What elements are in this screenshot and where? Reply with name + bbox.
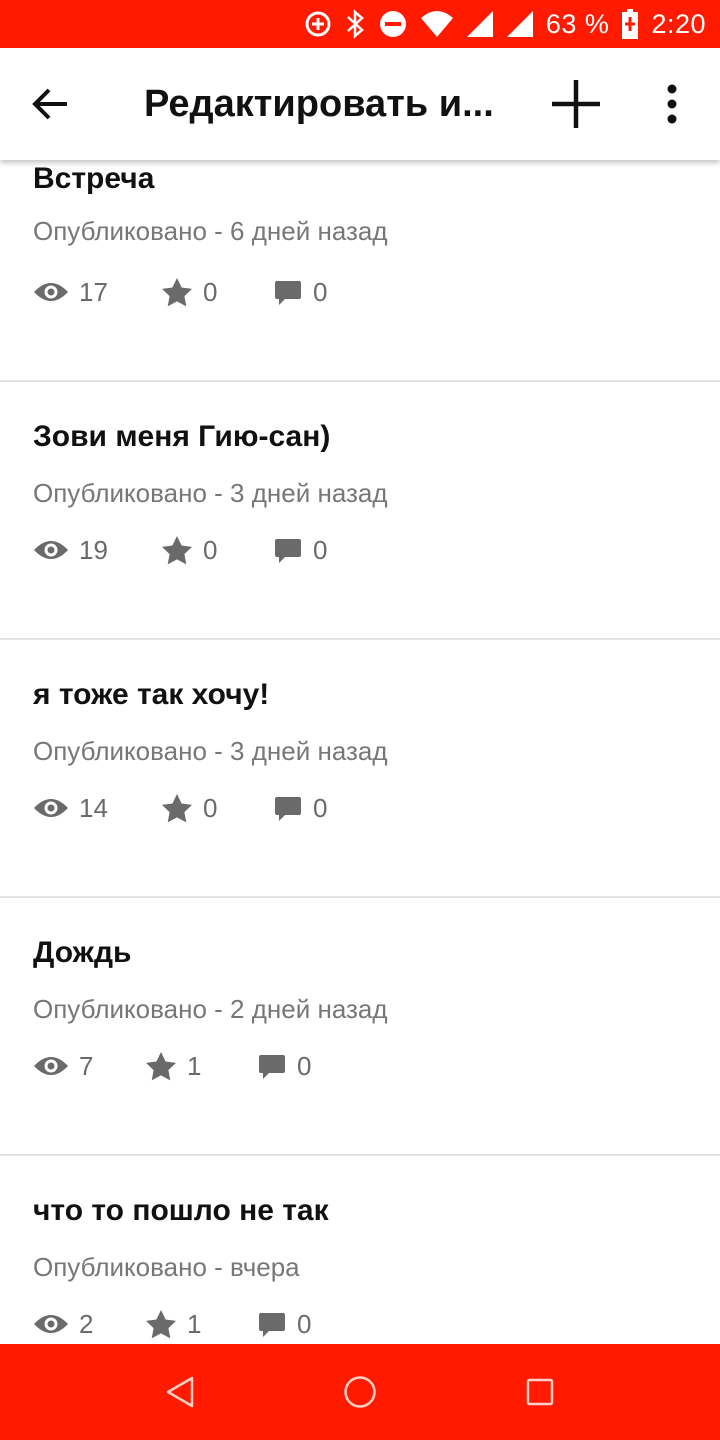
comment-icon: [275, 797, 301, 821]
stars-stat: 1: [145, 1051, 257, 1082]
stars-stat: 0: [161, 535, 273, 566]
views-count: 17: [79, 276, 108, 307]
plus-icon: [552, 80, 600, 128]
nav-home-button[interactable]: [340, 1372, 380, 1412]
star-icon: [146, 1052, 176, 1081]
views-stat: 19: [33, 535, 161, 566]
nav-home-icon: [344, 1376, 376, 1408]
post-stats: 7 1 0: [33, 1046, 311, 1086]
comments-count: 0: [313, 792, 328, 823]
signal-icon: [506, 10, 534, 38]
wifi-icon: [420, 10, 454, 38]
nav-back-button[interactable]: [160, 1372, 200, 1412]
post-stats: 19 0 0: [33, 530, 327, 570]
post-published: Опубликовано - 3 дней назад: [33, 478, 388, 508]
battery-percent: 63 %: [545, 8, 610, 39]
stars-count: 0: [203, 792, 218, 823]
eye-icon: [34, 283, 68, 301]
comments-count: 0: [297, 1050, 312, 1081]
comment-icon: [259, 1313, 285, 1337]
arrow-back-icon: [32, 88, 67, 120]
views-count: 2: [79, 1308, 94, 1339]
post-stats: 17 0 0: [33, 272, 327, 312]
eye-icon: [34, 1057, 68, 1075]
post-title: Зови меня Гию-сан): [33, 420, 331, 453]
post-stats: 14 0 0: [33, 788, 327, 828]
nav-back-icon: [166, 1376, 194, 1408]
views-stat: 17: [33, 277, 161, 308]
stars-count: 1: [187, 1308, 202, 1339]
post-list[interactable]: Встреча Опубликовано - 6 дней назад 17 0…: [0, 160, 720, 1344]
nav-recents-icon: [526, 1378, 554, 1406]
comments-stat: 0: [257, 1309, 311, 1340]
comment-icon: [275, 281, 301, 305]
list-item[interactable]: что то пошло не так Опубликовано - вчера…: [0, 1156, 720, 1344]
views-count: 14: [79, 792, 108, 823]
star-icon: [146, 1310, 176, 1339]
system-nav-bar: [0, 1344, 720, 1440]
comments-stat: 0: [257, 1051, 311, 1082]
comments-count: 0: [313, 276, 328, 307]
bluetooth-icon: [344, 9, 366, 39]
post-published: Опубликовано - вчера: [33, 1252, 300, 1282]
list-item[interactable]: Дождь Опубликовано - 2 дней назад 7 1 0: [0, 898, 720, 1156]
post-title: Дождь: [33, 936, 132, 969]
app-bar: Редактировать и...: [0, 48, 720, 160]
post-published: Опубликовано - 6 дней назад: [33, 216, 388, 246]
star-icon: [162, 536, 192, 565]
battery-charging-icon: [621, 9, 639, 39]
views-stat: 14: [33, 793, 161, 824]
do-not-disturb-icon: [378, 9, 408, 39]
back-button[interactable]: [22, 76, 78, 132]
star-icon: [162, 794, 192, 823]
post-published: Опубликовано - 3 дней назад: [33, 736, 388, 766]
post-published: Опубликовано - 2 дней назад: [33, 994, 388, 1024]
stars-stat: 0: [161, 277, 273, 308]
views-count: 19: [79, 534, 108, 565]
stars-stat: 1: [145, 1309, 257, 1340]
signal-icon: [466, 10, 494, 38]
more-vert-icon: [667, 84, 677, 124]
stars-count: 0: [203, 276, 218, 307]
data-saver-icon: [304, 10, 332, 38]
stars-count: 0: [203, 534, 218, 565]
status-bar: 63 % 2:20: [0, 0, 720, 48]
eye-icon: [34, 799, 68, 817]
post-title: что то пошло не так: [33, 1194, 329, 1227]
stars-count: 1: [187, 1050, 202, 1081]
eye-icon: [34, 541, 68, 559]
list-item[interactable]: Встреча Опубликовано - 6 дней назад 17 0…: [0, 160, 720, 382]
eye-icon: [34, 1315, 68, 1333]
post-stats: 2 1 0: [33, 1304, 311, 1344]
comments-stat: 0: [273, 535, 327, 566]
comments-count: 0: [297, 1308, 312, 1339]
comments-count: 0: [313, 534, 328, 565]
list-item[interactable]: Зови меня Гию-сан) Опубликовано - 3 дней…: [0, 382, 720, 640]
views-count: 7: [79, 1050, 94, 1081]
star-icon: [162, 278, 192, 307]
list-item[interactable]: я тоже так хочу! Опубликовано - 3 дней н…: [0, 640, 720, 898]
stars-stat: 0: [161, 793, 273, 824]
clock: 2:20: [651, 8, 706, 39]
comment-icon: [259, 1055, 285, 1079]
comments-stat: 0: [273, 793, 327, 824]
page-title: Редактировать и...: [144, 83, 494, 125]
add-button[interactable]: [546, 74, 606, 134]
nav-recents-button[interactable]: [520, 1372, 560, 1412]
post-title: Встреча: [33, 162, 155, 195]
more-options-button[interactable]: [648, 74, 696, 134]
comments-stat: 0: [273, 277, 327, 308]
views-stat: 7: [33, 1051, 145, 1082]
comment-icon: [275, 539, 301, 563]
views-stat: 2: [33, 1309, 145, 1340]
post-title: я тоже так хочу!: [33, 678, 270, 711]
